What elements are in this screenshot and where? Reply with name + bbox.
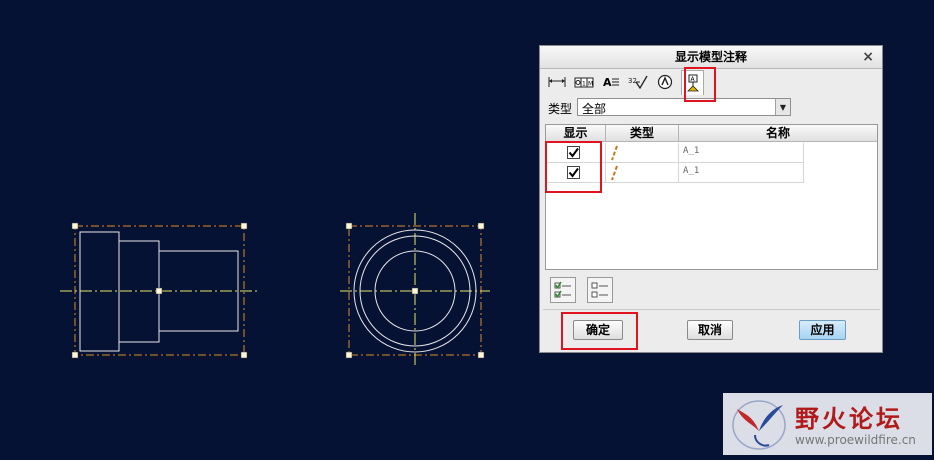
- dialog-title: 显示模型注释: [674, 50, 747, 64]
- type-select-value: 全部: [582, 102, 607, 116]
- annotation-table: 显示 类型 名称 A_1 A_1: [545, 124, 878, 270]
- close-icon[interactable]: ×: [862, 46, 874, 68]
- table-row[interactable]: A_1: [546, 143, 804, 163]
- watermark-url: www.proewildfire.cn: [795, 433, 916, 447]
- deselect-all-button[interactable]: [587, 277, 613, 303]
- note-icon: A: [603, 76, 619, 89]
- confirm-button[interactable]: 确定: [573, 320, 623, 340]
- flame-logo-icon: [732, 400, 786, 450]
- tab-surface-finish[interactable]: 32: [627, 71, 649, 93]
- column-header-show[interactable]: 显示: [546, 125, 606, 142]
- side-view-part[interactable]: [60, 222, 260, 359]
- deselect-all-icon: [591, 282, 608, 298]
- show-model-annotations-dialog: 显示模型注释 × 1M A 32 A 类型 全部 ▼ 显示 类型 名称 A_1 …: [539, 45, 883, 353]
- type-select[interactable]: 全部 ▼: [577, 98, 791, 116]
- handle-bl[interactable]: [71, 351, 79, 359]
- show-checkbox[interactable]: [567, 166, 580, 179]
- forum-watermark: 野火论坛 www.proewildfire.cn: [723, 393, 932, 455]
- handle-tr[interactable]: [477, 222, 485, 230]
- divider: [543, 309, 880, 310]
- show-checkbox[interactable]: [567, 146, 580, 159]
- column-header-name[interactable]: 名称: [679, 125, 877, 142]
- tab-note[interactable]: A: [600, 71, 622, 93]
- symbol-icon: [657, 74, 673, 90]
- table-row[interactable]: A_1: [546, 163, 804, 183]
- checkmark-icon: [568, 167, 579, 178]
- handle-br[interactable]: [477, 351, 485, 359]
- handle-br[interactable]: [240, 351, 248, 359]
- geometric-tolerance-icon: 1M: [574, 77, 594, 88]
- handle-tl[interactable]: [71, 222, 79, 230]
- watermark-title: 野火论坛: [795, 405, 903, 433]
- svg-text:M: M: [588, 81, 593, 88]
- handle-center[interactable]: [411, 287, 419, 295]
- cancel-button[interactable]: 取消: [687, 320, 733, 340]
- select-all-icon: [554, 281, 571, 298]
- datum-axis-icon: [611, 145, 618, 161]
- front-view-part[interactable]: [340, 213, 490, 368]
- annotation-name: A_1: [683, 146, 700, 156]
- type-filter-row: 类型 全部 ▼: [547, 98, 881, 118]
- tab-symbol[interactable]: [654, 71, 676, 93]
- handle-bl[interactable]: [345, 351, 353, 359]
- handle-tr[interactable]: [240, 222, 248, 230]
- type-label: 类型: [548, 102, 573, 116]
- apply-button[interactable]: 应用: [799, 320, 846, 340]
- svg-text:32: 32: [628, 77, 637, 85]
- dimension-icon: [548, 77, 566, 87]
- handle-center[interactable]: [155, 287, 163, 295]
- select-all-button[interactable]: [550, 277, 576, 303]
- annotation-name: A_1: [683, 166, 700, 176]
- column-header-type[interactable]: 类型: [606, 125, 679, 142]
- tab-geometric-tolerance[interactable]: 1M: [573, 71, 595, 93]
- tab-dimension[interactable]: [546, 71, 568, 93]
- checkmark-icon: [568, 147, 579, 158]
- svg-text:1: 1: [582, 81, 586, 88]
- surface-finish-icon: 32: [628, 75, 648, 89]
- svg-text:A: A: [603, 76, 612, 89]
- handle-tl[interactable]: [345, 222, 353, 230]
- tab-datum[interactable]: A: [681, 70, 704, 95]
- datum-icon: A: [686, 74, 699, 92]
- dialog-titlebar[interactable]: 显示模型注释 ×: [540, 46, 882, 69]
- datum-axis-icon: [611, 165, 618, 181]
- chevron-down-icon[interactable]: ▼: [775, 99, 790, 115]
- annotation-type-tabs: 1M A 32 A: [544, 70, 878, 97]
